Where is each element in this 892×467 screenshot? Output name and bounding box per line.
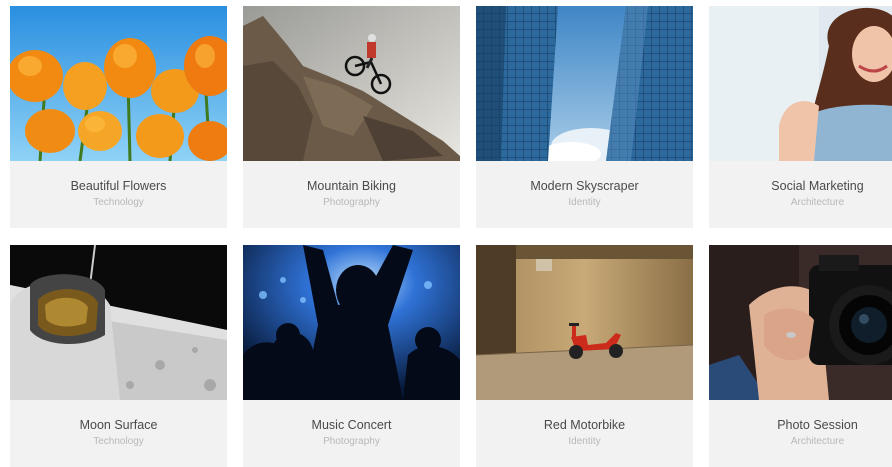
card-category: Architecture <box>790 197 845 208</box>
portfolio-card-beautiful-flowers[interactable]: Beautiful Flowers Technology <box>10 6 227 228</box>
card-title[interactable]: Social Marketing <box>709 179 892 194</box>
portfolio-card-mountain-biking[interactable]: Mountain Biking Photography <box>243 6 460 228</box>
thumbnail-image-concert[interactable] <box>243 245 460 400</box>
card-title[interactable]: Modern Skyscraper <box>476 179 693 194</box>
skyscraper-photo <box>476 6 693 161</box>
card-caption: Mountain Biking Photography <box>243 161 460 228</box>
flowers-photo <box>10 6 227 161</box>
card-category: Technology <box>93 436 144 447</box>
red-motorbike-photo <box>476 245 693 400</box>
card-caption: Modern Skyscraper Identity <box>476 161 693 228</box>
portfolio-card-music-concert[interactable]: Music Concert Photography <box>243 245 460 467</box>
card-title[interactable]: Moon Surface <box>10 418 227 433</box>
thumbnail-image-skyscraper[interactable] <box>476 6 693 161</box>
portfolio-card-red-motorbike[interactable]: Red Motorbike Identity <box>476 245 693 467</box>
card-category: Photography <box>323 436 380 447</box>
thumbnail-image-motorbike[interactable] <box>476 245 693 400</box>
card-caption: Beautiful Flowers Technology <box>10 161 227 228</box>
mountain-biking-photo <box>243 6 460 161</box>
card-title[interactable]: Music Concert <box>243 418 460 433</box>
thumbnail-image-social[interactable] <box>709 6 892 161</box>
thumbnail-image-photo-session[interactable] <box>709 245 892 400</box>
card-title[interactable]: Photo Session <box>709 418 892 433</box>
thumbnail-image-biking[interactable] <box>243 6 460 161</box>
moon-surface-photo <box>10 245 227 400</box>
card-category: Architecture <box>790 436 845 447</box>
card-caption: Moon Surface Technology <box>10 400 227 467</box>
card-category: Technology <box>93 197 144 208</box>
card-caption: Social Marketing Architecture <box>709 161 892 228</box>
portfolio-card-modern-skyscraper[interactable]: Modern Skyscraper Identity <box>476 6 693 228</box>
social-marketing-photo <box>709 6 892 161</box>
card-title[interactable]: Beautiful Flowers <box>10 179 227 194</box>
portfolio-card-social-marketing[interactable]: Social Marketing Architecture <box>709 6 892 228</box>
music-concert-photo <box>243 245 460 400</box>
portfolio-grid: Beautiful Flowers Technology Mountain Bi… <box>10 6 892 467</box>
card-category: Photography <box>323 197 380 208</box>
portfolio-card-photo-session[interactable]: Photo Session Architecture <box>709 245 892 467</box>
card-category: Identity <box>568 436 601 447</box>
portfolio-card-moon-surface[interactable]: Moon Surface Technology <box>10 245 227 467</box>
card-title[interactable]: Mountain Biking <box>243 179 460 194</box>
card-category: Identity <box>568 197 601 208</box>
thumbnail-image-moon[interactable] <box>10 245 227 400</box>
card-caption: Red Motorbike Identity <box>476 400 693 467</box>
card-caption: Music Concert Photography <box>243 400 460 467</box>
thumbnail-image-flowers[interactable] <box>10 6 227 161</box>
card-caption: Photo Session Architecture <box>709 400 892 467</box>
photo-session-photo <box>709 245 892 400</box>
card-title[interactable]: Red Motorbike <box>476 418 693 433</box>
